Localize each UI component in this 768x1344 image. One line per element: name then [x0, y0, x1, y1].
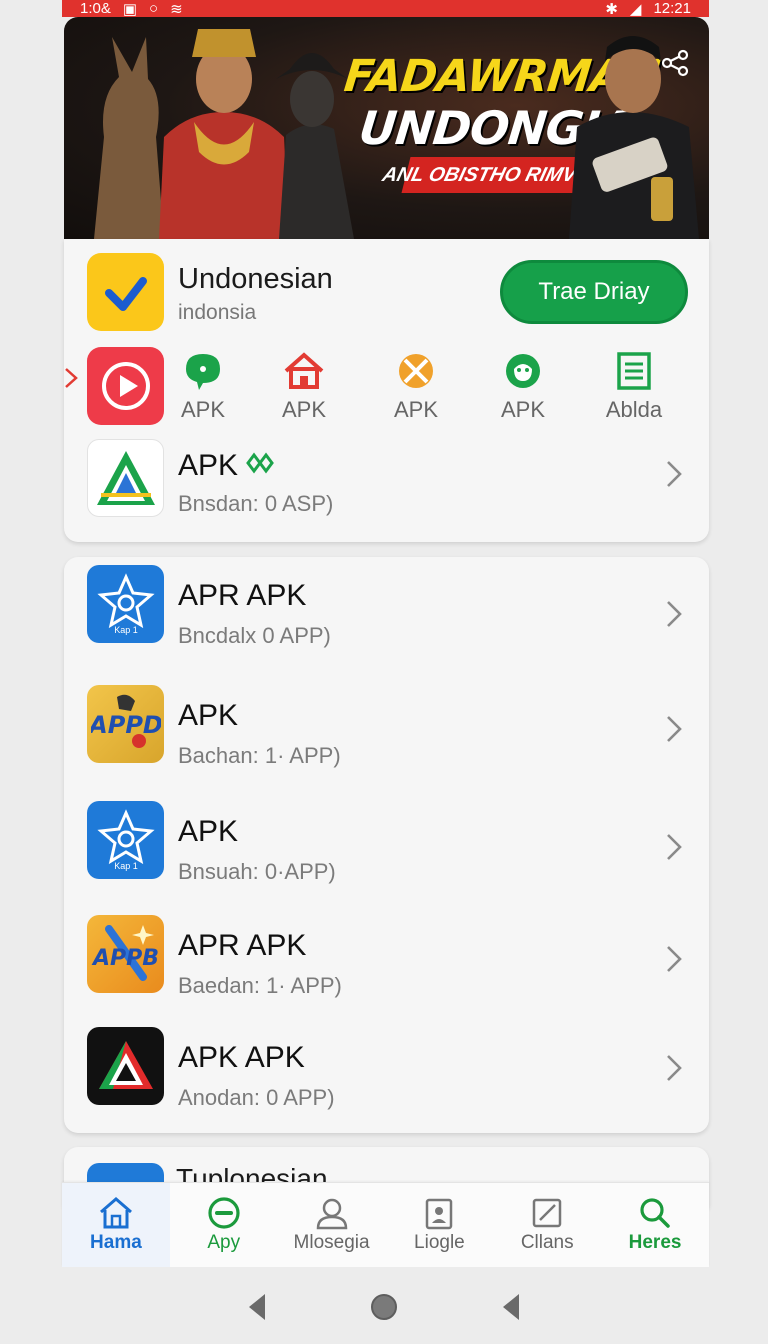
- nav-label: Hama: [90, 1232, 142, 1253]
- recents-icon[interactable]: [499, 1292, 523, 1322]
- featured-card: Undonesian indonsia Trae Driay APK APK A…: [64, 239, 709, 542]
- checkmark-logo-icon: [104, 277, 147, 311]
- nav-home[interactable]: Hama: [62, 1183, 170, 1267]
- category-item[interactable]: APK: [259, 351, 349, 423]
- star-badge-icon: Kаp 1: [96, 809, 155, 871]
- list-item[interactable]: APK APK Anodan: 0 APP): [64, 557, 709, 1133]
- system-nav-bar: [0, 1270, 768, 1344]
- notification-icon: ▣: [122, 0, 138, 18]
- verified-badge-icon: [246, 452, 274, 474]
- app-icon: APPB: [87, 915, 164, 993]
- app-list-card: Kаp 1 APR APK Bncdalx 0 APP) APPD APK Bachan:…: [64, 557, 709, 1133]
- app-subtitle: Bachan: 1· APP): [178, 743, 341, 768]
- face-chat-icon: [506, 354, 540, 388]
- list-item[interactable]: Kаp 1 APK Bnsuah: 0·APP): [64, 557, 709, 1133]
- triangle-logo-icon: [96, 451, 155, 505]
- appb-icon: APPB: [91, 925, 159, 981]
- nav-label: Apy: [207, 1232, 241, 1253]
- video-app-icon[interactable]: [87, 347, 164, 425]
- app-icon: [87, 1027, 164, 1105]
- house-icon: [284, 352, 324, 389]
- category-label: APK: [393, 397, 439, 422]
- list-item[interactable]: Kаp 1 APR APK Bncdalx 0 APP): [64, 557, 709, 1133]
- category-label: Ablda: [605, 397, 663, 422]
- app-icon: Kаp 1: [87, 565, 164, 643]
- status-bar: 1:0& ▣ ○ ≋ ✱ ◢ 12:21: [62, 0, 709, 17]
- circle-icon: ○: [149, 0, 159, 17]
- try-button[interactable]: Trae Driay: [500, 260, 688, 324]
- category-item[interactable]: Ablda: [589, 351, 679, 423]
- person-icon: [316, 1198, 347, 1230]
- app-icon: Kаp 1: [87, 801, 164, 879]
- category-item[interactable]: APK: [158, 351, 248, 423]
- bluetooth-icon: ✱: [605, 0, 618, 18]
- nav-label: Mlosegia: [293, 1232, 370, 1253]
- search-icon: [640, 1198, 670, 1228]
- app-title: APR APK: [178, 579, 307, 612]
- app-subtitle: Bnsdan: 0 ASP): [178, 491, 334, 516]
- app-title: APK: [178, 699, 239, 732]
- chat-bubble-icon: [186, 354, 220, 390]
- nav-edit[interactable]: Cllans: [493, 1183, 601, 1267]
- app-subtitle: Baedan: 1· APP): [178, 973, 342, 998]
- category-label: APK: [281, 397, 327, 422]
- chevron-left-icon[interactable]: [64, 367, 78, 389]
- nav-label: Liogle: [414, 1232, 465, 1253]
- chevron-right-icon[interactable]: [665, 459, 683, 489]
- nav-badge[interactable]: Liogle: [385, 1183, 493, 1267]
- nav-label: Heres: [628, 1232, 682, 1253]
- apps-icon: [208, 1197, 240, 1229]
- home-icon: [99, 1197, 132, 1229]
- app-title: APK: [178, 815, 239, 848]
- document-icon: [617, 352, 651, 390]
- chevron-right-icon[interactable]: [665, 944, 683, 974]
- app-icon: [87, 439, 164, 517]
- featured-app-icon[interactable]: [87, 253, 164, 331]
- app-title: APK: [178, 449, 239, 482]
- tools-icon: [399, 354, 433, 388]
- chevron-right-icon[interactable]: [665, 714, 683, 744]
- featured-app-subtitle: indonsia: [178, 301, 257, 324]
- triangle-logo-icon: [98, 1041, 153, 1089]
- edit-icon: [532, 1198, 562, 1228]
- signal-icon: ◢: [629, 0, 642, 18]
- chevron-right-icon[interactable]: [665, 832, 683, 862]
- category-item[interactable]: APK: [371, 351, 461, 423]
- nav-profile[interactable]: Mlosegia: [278, 1183, 386, 1267]
- bottom-nav: Hama Apy Mlosegia Liogle Cllans Heres: [62, 1182, 709, 1267]
- app-title: APK APK: [178, 1041, 305, 1074]
- back-icon[interactable]: [245, 1292, 269, 1322]
- status-time-left: 1:0&: [80, 0, 111, 17]
- home-button-icon[interactable]: [369, 1292, 399, 1322]
- category-item[interactable]: APK: [478, 351, 568, 423]
- play-icon: [101, 362, 150, 410]
- wifi-icon: ≋: [170, 0, 183, 18]
- icon-caption: Kаp 1: [114, 625, 138, 635]
- category-label: APK: [180, 397, 226, 422]
- chevron-right-icon[interactable]: [665, 599, 683, 629]
- list-item[interactable]: APPB APR APK Baedan: 1· APP): [64, 557, 709, 1133]
- app-title: APR APK: [178, 929, 307, 962]
- featured-app-title[interactable]: Undonesian: [178, 263, 333, 296]
- nav-apps[interactable]: Apy: [170, 1183, 278, 1267]
- share-icon[interactable]: [659, 47, 691, 79]
- list-item[interactable]: APK Bnsdan: 0 ASP): [64, 439, 709, 529]
- app-subtitle: Anodan: 0 APP): [178, 1085, 335, 1110]
- icon-caption: APPD: [91, 711, 161, 739]
- appd-icon: APPD: [91, 694, 161, 748]
- status-time-right: 12:21: [653, 0, 691, 17]
- star-badge-icon: Kаp 1: [96, 573, 155, 635]
- icon-caption: APPB: [91, 946, 159, 971]
- app-subtitle: Bnsuah: 0·APP): [178, 859, 336, 884]
- icon-caption: Kаp 1: [114, 861, 138, 871]
- list-item[interactable]: APPD APK Bachan: 1· APP): [64, 557, 709, 1133]
- chevron-right-icon[interactable]: [665, 1053, 683, 1083]
- app-subtitle: Bncdalx 0 APP): [178, 623, 331, 648]
- badge-icon: [426, 1198, 453, 1230]
- nav-search[interactable]: Heres: [601, 1183, 709, 1267]
- promo-banner[interactable]: FADAWRMAN UNDONGIA ANL OBISTHO RIMVE R3T…: [64, 17, 709, 239]
- nav-label: Cllans: [520, 1232, 574, 1253]
- category-label: APK: [500, 397, 546, 422]
- app-icon: APPD: [87, 685, 164, 763]
